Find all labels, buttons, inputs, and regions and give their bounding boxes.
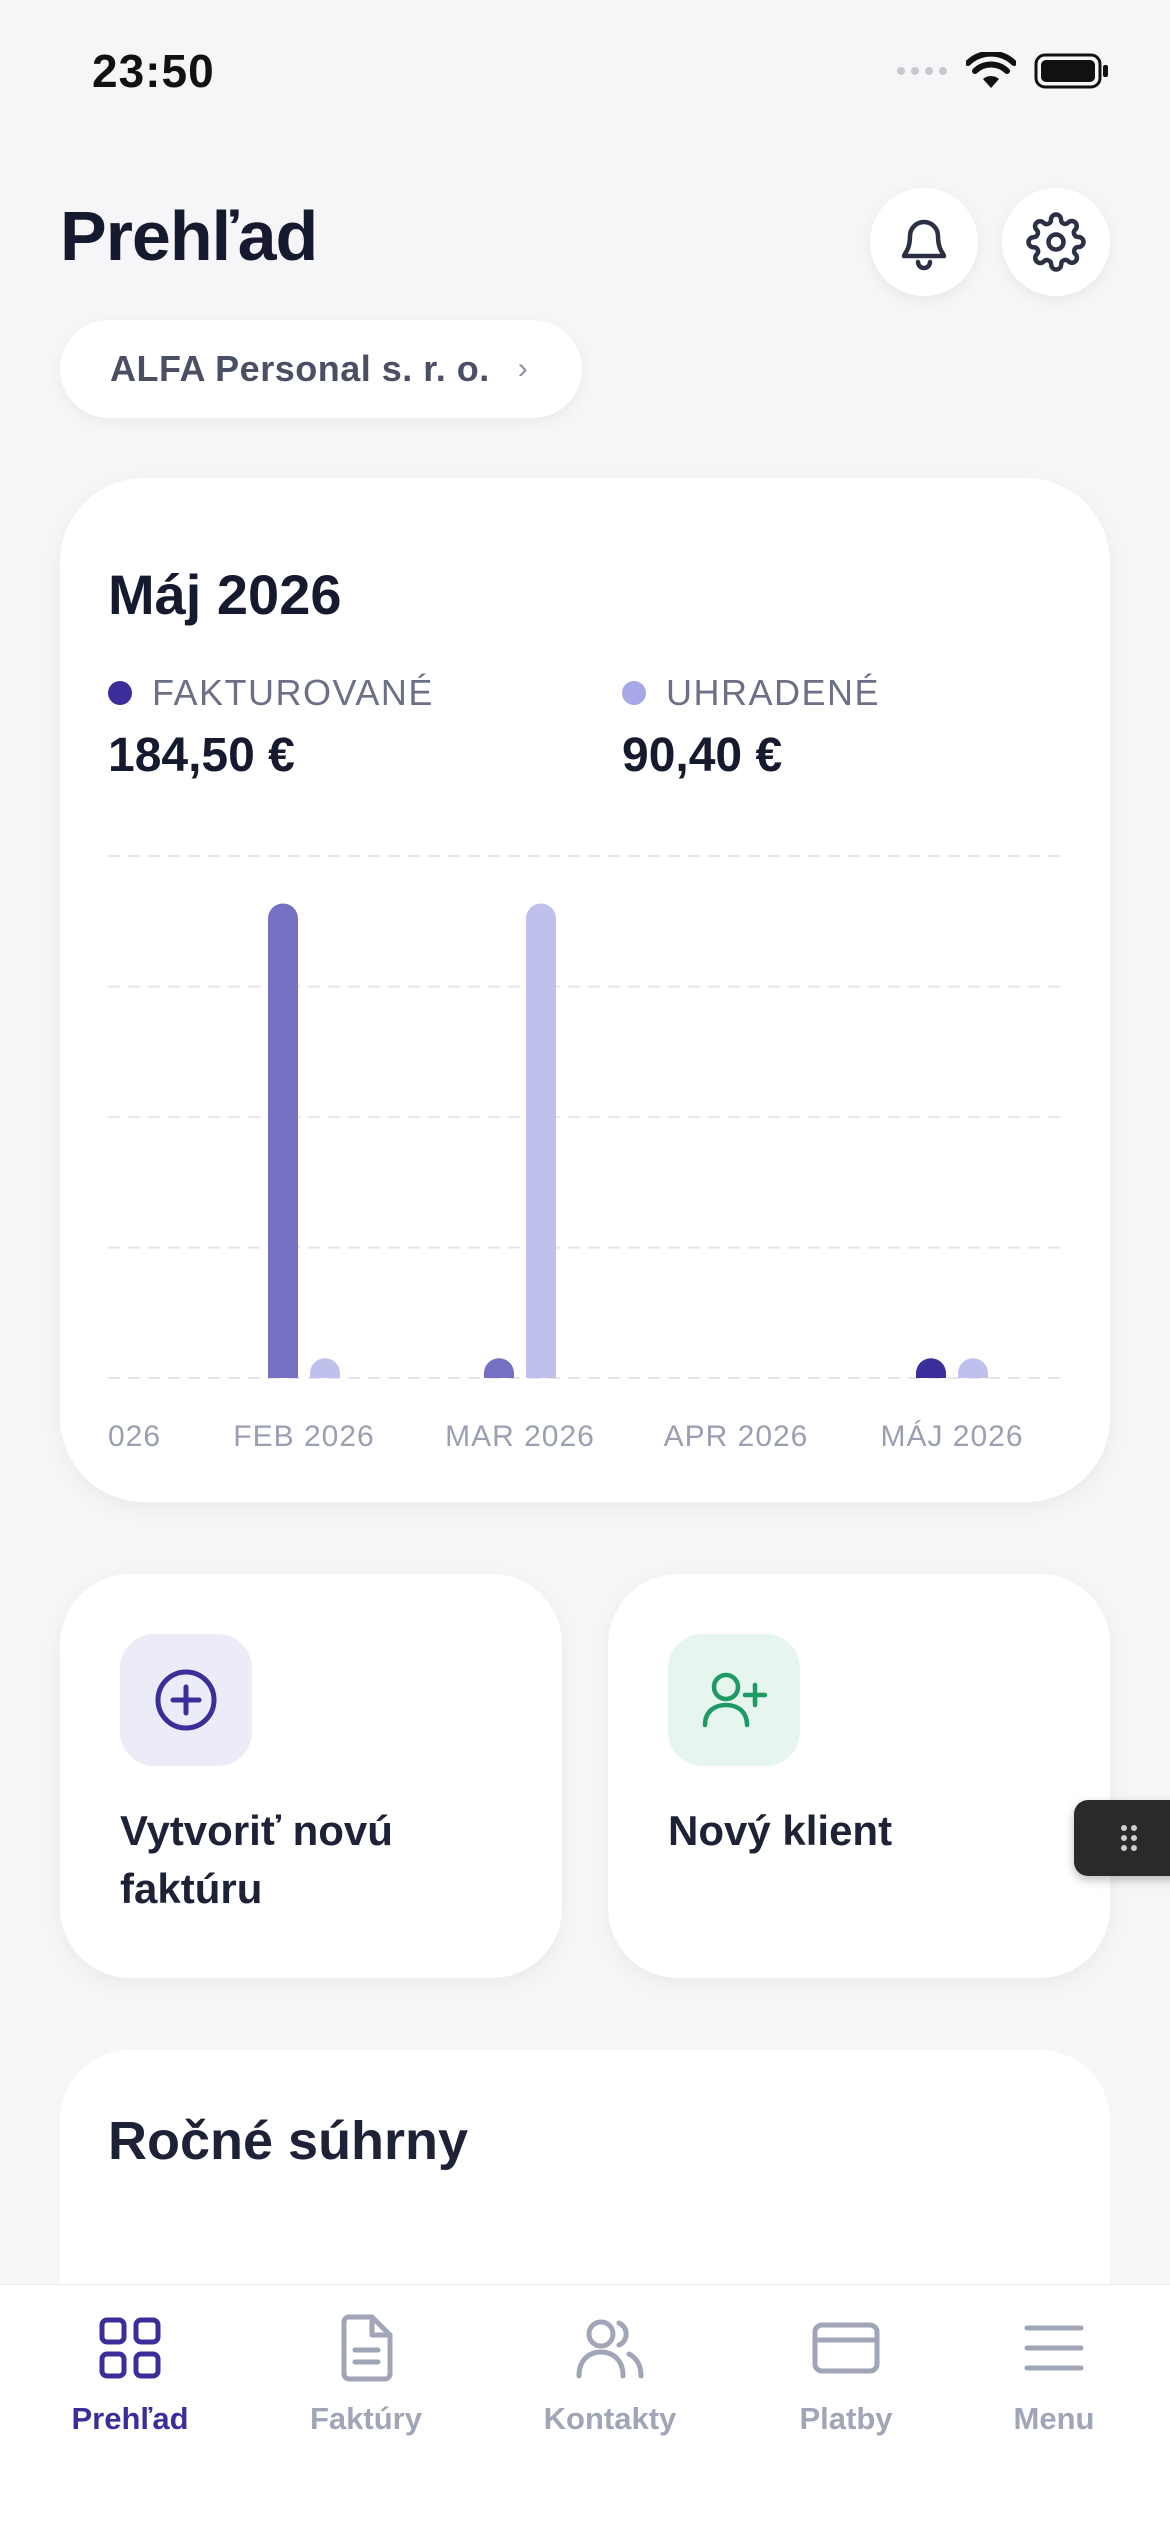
card-icon — [812, 2309, 880, 2387]
company-selector[interactable]: ALFA Personal s. r. o. › — [60, 320, 582, 418]
tab-platby[interactable]: Platby — [746, 2309, 946, 2459]
bar-invoiced — [268, 903, 298, 1378]
page-title: Prehľad — [60, 197, 318, 275]
signal-icon — [897, 67, 947, 75]
new-client-card[interactable]: Nový klient — [608, 1574, 1110, 1978]
new-client-icon-box — [668, 1634, 800, 1766]
floating-drag-handle[interactable] — [1074, 1800, 1170, 1876]
drag-handle-icon — [1121, 1825, 1137, 1851]
tab-label: Prehľad — [71, 2401, 189, 2436]
monthly-bar-chart: 026 FEB 2026 MAR 2026 APR 2026 MÁJ 2026 — [108, 855, 1062, 1453]
new-client-label: Nový klient — [668, 1807, 893, 1854]
tab-prehlad[interactable]: Prehľad — [30, 2309, 230, 2459]
status-bar: 23:50 — [0, 0, 1170, 150]
tab-label: Kontakty — [543, 2401, 677, 2436]
x-tick-label: FEB 2026 — [233, 1420, 374, 1453]
bar-paid — [526, 903, 556, 1378]
tab-label: Platby — [799, 2401, 893, 2436]
tab-kontakty[interactable]: Kontakty — [510, 2309, 710, 2459]
user-plus-icon — [702, 1672, 768, 1728]
document-icon — [338, 2309, 394, 2387]
status-time: 23:50 — [92, 45, 215, 97]
settings-button[interactable] — [1002, 188, 1110, 296]
x-tick-label: 026 — [108, 1420, 161, 1453]
gear-icon — [1026, 212, 1086, 272]
create-invoice-icon-box — [120, 1634, 252, 1766]
create-invoice-label: Vytvoriť novú faktúru — [120, 1807, 393, 1912]
bar-invoiced — [484, 1358, 514, 1378]
tab-label: Faktúry — [310, 2401, 422, 2436]
bar-paid — [958, 1358, 988, 1378]
tab-menu[interactable]: Menu — [954, 2309, 1154, 2459]
bell-icon — [901, 219, 947, 271]
company-name: ALFA Personal s. r. o. — [110, 348, 490, 389]
wifi-icon — [966, 52, 1016, 88]
x-tick-label: MÁJ 2026 — [880, 1420, 1023, 1453]
plus-circle-icon — [155, 1669, 217, 1731]
users-icon — [575, 2309, 645, 2387]
x-tick-label: MAR 2026 — [445, 1420, 595, 1453]
x-tick-label: APR 2026 — [664, 1420, 809, 1453]
chevron-right-icon: › — [517, 352, 528, 385]
tab-faktury[interactable]: Faktúry — [266, 2309, 466, 2459]
tab-label: Menu — [1013, 2401, 1095, 2436]
menu-icon — [1024, 2309, 1084, 2387]
grid-icon — [98, 2309, 162, 2387]
tab-bar: Prehľad Faktúry Kontakty Platby Menu — [0, 2284, 1170, 2532]
monthly-overview-card: Máj 2026 FAKTUROVANÉ 184,50 € UHRADENÉ 9… — [60, 478, 1110, 1502]
bar-paid — [310, 1358, 340, 1378]
create-invoice-card[interactable]: Vytvoriť novú faktúru — [60, 1574, 562, 1978]
bar-invoiced — [916, 1358, 946, 1378]
status-icons — [896, 52, 1110, 90]
battery-icon — [1034, 53, 1108, 89]
yearly-summary-title: Ročné súhrny — [108, 2111, 469, 2171]
notifications-button[interactable] — [870, 188, 978, 296]
